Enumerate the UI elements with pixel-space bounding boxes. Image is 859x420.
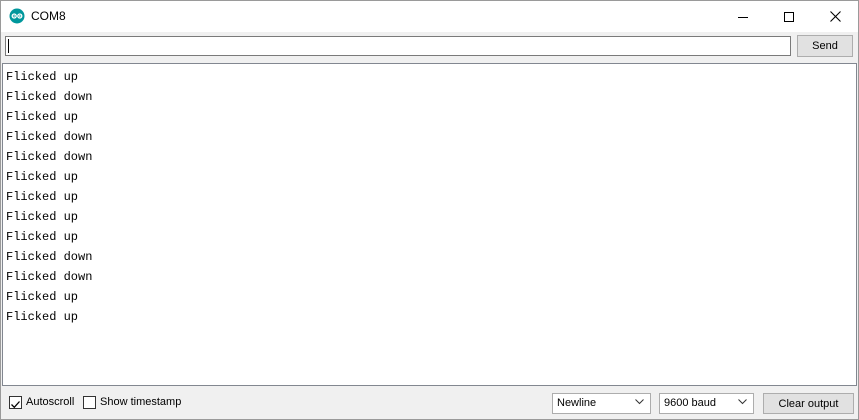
output-line: Flicked down [6,270,93,284]
serial-monitor-window: COM8 Send Flicked up Flicked down Flicke… [0,0,859,420]
show-timestamp-label[interactable]: Show timestamp [100,396,181,408]
maximize-button[interactable] [766,1,812,32]
autoscroll-checkbox[interactable] [9,396,22,409]
close-button[interactable] [812,1,858,32]
output-line: Flicked down [6,90,93,104]
output-line: Flicked up [6,170,79,184]
output-line: Flicked up [6,310,79,324]
clear-output-button[interactable]: Clear output [763,393,854,414]
output-line: Flicked up [6,230,79,244]
output-line: Flicked up [6,290,79,304]
text-caret [8,39,9,53]
output-line: Flicked down [6,250,93,264]
output-line: Flicked down [6,150,93,164]
bottom-bar: Autoscroll Show timestamp Newline 9600 b… [1,387,858,419]
output-line: Flicked up [6,190,79,204]
output-line: Flicked up [6,70,79,84]
show-timestamp-checkbox[interactable] [83,396,96,409]
line-ending-value: Newline [557,397,597,409]
line-ending-select[interactable]: Newline [552,393,651,414]
arduino-logo-icon [9,8,25,24]
baud-rate-select[interactable]: 9600 baud [659,393,754,414]
minimize-icon [738,16,748,18]
maximize-icon [784,11,794,22]
baud-rate-value: 9600 baud [664,397,716,409]
send-button[interactable]: Send [797,35,853,57]
checkmark-icon [11,401,20,409]
close-icon [829,11,841,22]
window-title: COM8 [31,9,66,23]
chevron-down-icon [635,399,644,405]
output-line: Flicked up [6,110,79,124]
minimize-button[interactable] [720,1,766,32]
output-line: Flicked down [6,130,93,144]
autoscroll-label[interactable]: Autoscroll [26,396,74,408]
send-row: Send [1,32,858,63]
output-line: Flicked up [6,210,79,224]
serial-send-input[interactable] [5,36,791,56]
title-bar[interactable]: COM8 [1,1,858,32]
serial-output[interactable]: Flicked up Flicked down Flicked up Flick… [2,63,857,386]
chevron-down-icon [738,399,747,405]
